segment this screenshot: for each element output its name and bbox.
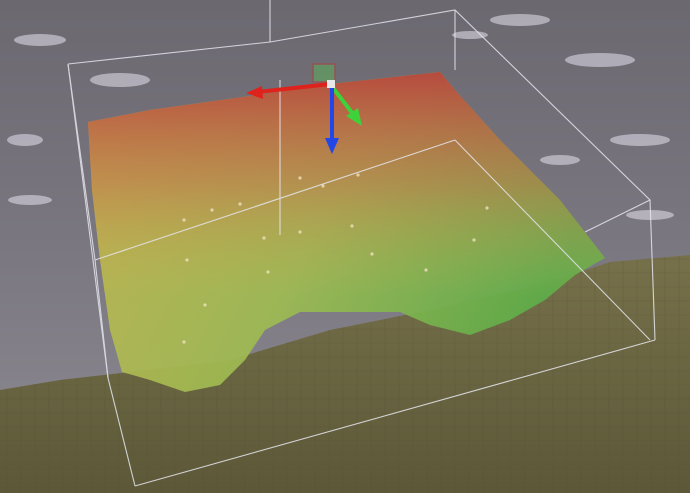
- gizmo-center[interactable]: [327, 80, 335, 88]
- gizmo-plane-handle[interactable]: [312, 63, 336, 83]
- scene-canvas: [0, 0, 690, 493]
- level-viewport[interactable]: [0, 0, 690, 493]
